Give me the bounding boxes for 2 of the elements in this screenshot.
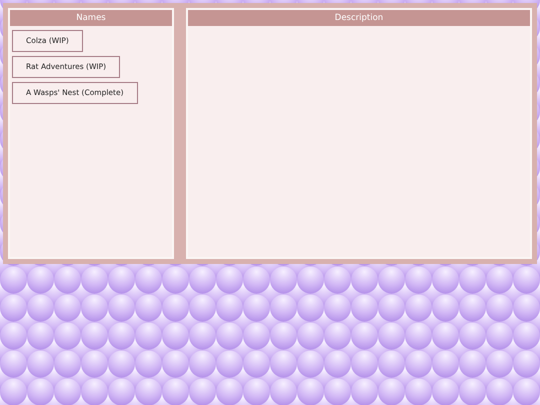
panel-header: Names [10,10,172,26]
panel-header: Description [188,10,530,26]
